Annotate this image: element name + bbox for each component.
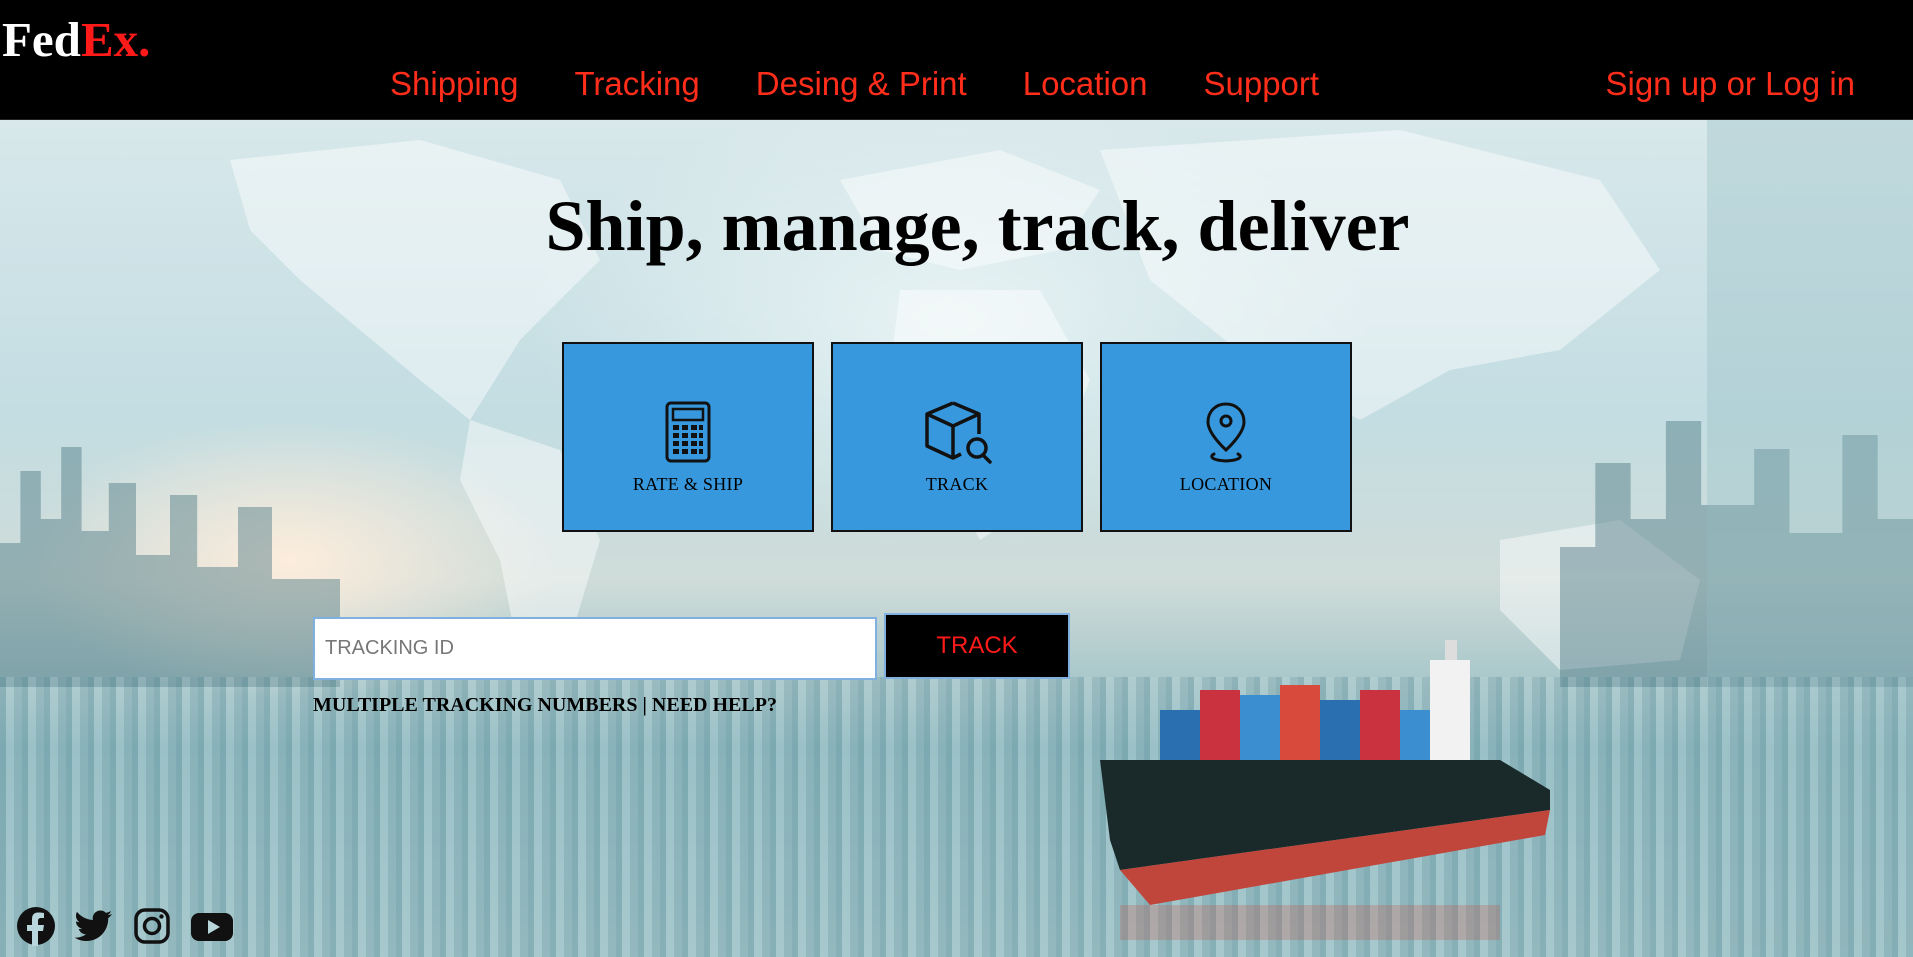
nav-item-location[interactable]: Location [1023,64,1148,104]
nav-item-shipping[interactable]: Shipping [390,64,518,104]
hero-headline: Ship, manage, track, deliver [545,186,1410,266]
track-card[interactable]: TRACK [831,342,1083,532]
logo-ex: Ex. [80,12,151,67]
track-label: TRACK [925,474,989,494]
track-button[interactable]: TRACK [884,613,1070,679]
container-ship-image [1100,640,1550,940]
fedex-logo[interactable]: FedEx. [2,10,150,70]
map-pin-icon [1206,402,1246,463]
main-nav: Shipping Tracking Desing & Print Locatio… [390,64,1375,104]
location-label: LOCATION [1179,474,1273,494]
rate-ship-label: RATE & SHIP [632,474,744,494]
water-reflection [0,677,1913,957]
social-links [16,906,248,946]
calculator-icon [665,401,711,463]
link-separator: | [637,694,652,716]
facebook-icon[interactable] [16,906,56,946]
need-help-link[interactable]: NEED HELP? [652,694,777,716]
twitter-icon[interactable] [74,906,114,946]
nav-item-design-print[interactable]: Desing & Print [756,64,967,104]
youtube-icon[interactable] [190,906,233,946]
signin-link[interactable]: Sign up or Log in [1605,64,1855,104]
hero-background: Ship, manage, track, deliver [0,120,1913,957]
nav-item-tracking[interactable]: Tracking [574,64,699,104]
tracking-help-links: MULTIPLE TRACKING NUMBERS | NEED HELP? [313,694,777,717]
top-navigation-bar: FedEx. Shipping Tracking Desing & Print … [0,0,1913,120]
location-card[interactable]: LOCATION [1100,342,1352,532]
tracking-id-input[interactable] [313,617,877,680]
logo-fed: Fed [2,12,81,67]
package-search-icon [925,401,992,464]
action-cards: RATE & SHIP TRACK LOCATION [562,342,1369,532]
instagram-icon[interactable] [132,906,172,946]
rate-ship-card[interactable]: RATE & SHIP [562,342,814,532]
multiple-tracking-link[interactable]: MULTIPLE TRACKING NUMBERS [313,694,638,716]
nav-item-support[interactable]: Support [1203,64,1319,104]
